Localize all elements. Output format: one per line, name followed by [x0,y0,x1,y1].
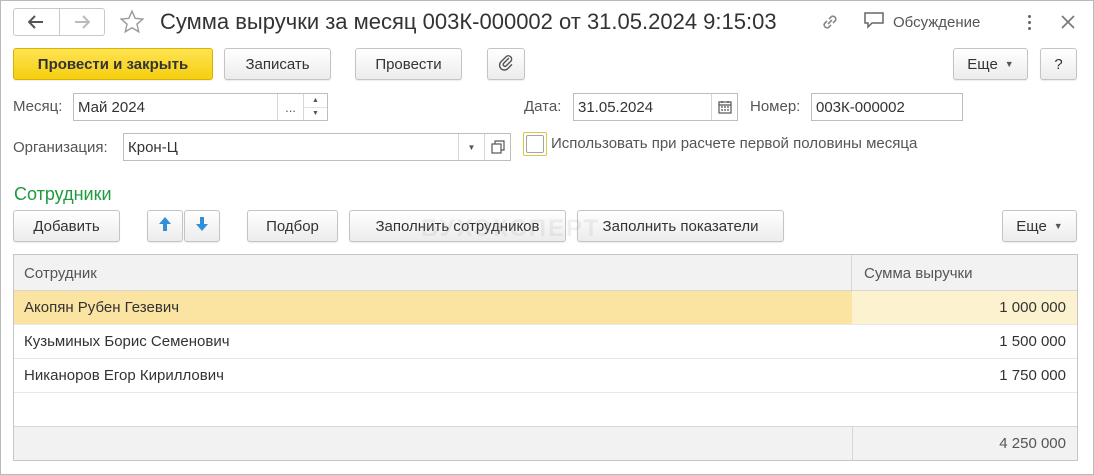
month-label: Месяц: [13,98,63,115]
month-value: Май 2024 [78,98,145,116]
table-row[interactable]: Никаноров Егор Кириллович 1 750 000 [14,359,1077,393]
table-row[interactable]: Акопян Рубен Гезевич 1 000 000 [14,291,1077,325]
post-button[interactable]: Провести [355,48,462,80]
close-icon[interactable] [1057,11,1079,33]
fill-indicators-button[interactable]: Заполнить показатели [577,210,784,242]
table-row[interactable]: Кузьминых Борис Семенович 1 500 000 [14,325,1077,359]
first-half-label: Использовать при расчете первой половины… [551,135,918,152]
move-up-button[interactable] [147,210,183,242]
month-select-button[interactable]: ... [277,94,303,120]
arrow-down-icon [195,216,209,236]
chevron-down-icon: ▼ [1004,59,1014,69]
employee-name-cell[interactable]: Никаноров Егор Кириллович [14,359,852,392]
number-label: Номер: [750,98,801,115]
chevron-down-icon: ▼ [1053,221,1063,231]
calendar-icon[interactable] [711,94,737,120]
date-field[interactable]: 31.05.2024 [573,93,738,121]
save-button[interactable]: Записать [224,48,331,80]
amount-cell[interactable]: 1 500 000 [852,325,1077,358]
number-value: 003К-000002 [816,98,905,116]
amount-total: 4 250 000 [999,435,1066,452]
help-button[interactable]: ? [1040,48,1077,80]
chevron-down-icon[interactable]: ▼ [304,106,327,121]
more-label: Еще [967,55,998,73]
discussion-label: Обсуждение [893,13,981,31]
employees-table: Сотрудник Сумма выручки Акопян Рубен Гез… [13,254,1078,461]
star-icon[interactable] [117,7,147,37]
column-header-employee[interactable]: Сотрудник [14,255,852,291]
discussion-button[interactable]: Обсуждение [863,11,980,33]
paperclip-icon [498,53,514,75]
kebab-menu-icon[interactable] [1021,11,1037,33]
open-icon[interactable] [484,134,510,160]
month-stepper[interactable]: ▲ ▼ [303,94,327,120]
organization-field[interactable]: Крон-Ц ▼ [123,133,511,161]
column-header-amount[interactable]: Сумма выручки [852,255,1077,291]
employee-name-cell[interactable]: Акопян Рубен Гезевич [14,291,852,324]
table-footer: 4 250 000 [14,426,1077,460]
month-field[interactable]: Май 2024 ... ▲ ▼ [73,93,328,121]
chat-icon [863,11,885,33]
organization-value: Крон-Ц [128,138,178,156]
pick-button[interactable]: Подбор [247,210,338,242]
employees-more-button[interactable]: Еще ▼ [1002,210,1077,242]
fill-employees-button[interactable]: Заполнить сотрудников [349,210,566,242]
more-label: Еще [1016,217,1047,235]
chevron-down-icon[interactable]: ▼ [458,134,484,160]
back-arrow-icon[interactable] [14,9,59,35]
first-half-checkbox[interactable] [523,132,547,156]
organization-label: Организация: [13,139,108,156]
amount-cell[interactable]: 1 000 000 [852,291,1077,324]
link-icon[interactable] [819,11,841,33]
employee-name-cell[interactable]: Кузьминых Борис Семенович [14,325,852,358]
post-and-close-button[interactable]: Провести и закрыть [13,48,213,80]
date-value: 31.05.2024 [578,98,654,116]
more-menu-button[interactable]: Еще ▼ [953,48,1028,80]
table-header: Сотрудник Сумма выручки [14,255,1077,291]
navigation-buttons [13,8,105,36]
number-field[interactable]: 003К-000002 [811,93,963,121]
employees-section-title: Сотрудники [14,184,112,204]
forward-arrow-icon[interactable] [58,9,105,35]
arrow-up-icon [158,216,172,236]
amount-cell[interactable]: 1 750 000 [852,359,1077,392]
document-window: Сумма выручки за месяц 003К-000002 от 31… [0,0,1094,475]
add-button[interactable]: Добавить [13,210,120,242]
chevron-up-icon[interactable]: ▲ [304,94,327,107]
move-down-button[interactable] [184,210,220,242]
page-title: Сумма выручки за месяц 003К-000002 от 31… [160,9,777,34]
date-label: Дата: [524,98,562,115]
attach-button[interactable] [487,48,525,80]
